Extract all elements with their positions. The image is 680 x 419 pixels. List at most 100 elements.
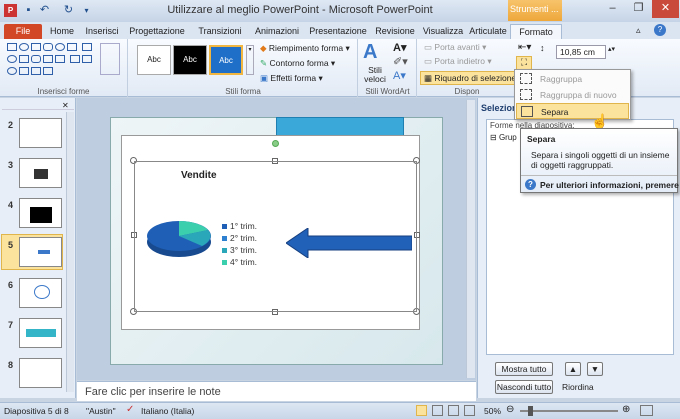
help-icon: ?	[525, 179, 536, 190]
quick-styles-button[interactable]: Stili veloci	[362, 66, 388, 84]
zoom-in-icon[interactable]: ⊕	[622, 404, 630, 415]
shapes-gallery[interactable]	[6, 42, 94, 78]
slide-thumbnail-8[interactable]	[19, 358, 62, 388]
slide-number: 4	[8, 200, 14, 210]
reorder-label: Riordina	[562, 382, 594, 392]
status-bar: Diapositiva 5 di 8 "Austin" ✓ Italiano (…	[0, 402, 680, 419]
title-bar: P ▪ ↶ ↻ ▾ Utilizzare al meglio PowerPoin…	[0, 0, 680, 22]
tooltip-body: Separa i singoli oggetti di un insieme d…	[531, 150, 670, 170]
height-input[interactable]: 10,85 cm	[556, 45, 606, 59]
menu-item-group[interactable]: Raggruppa	[516, 71, 629, 87]
ribbon-tabs: File Home Inserisci Progettazione Transi…	[0, 22, 680, 39]
group-label-insert-shapes: Inserisci forme	[37, 87, 90, 96]
customize-toolbar-icon[interactable]: ▾	[80, 4, 93, 17]
selection-frame	[134, 161, 417, 312]
zoom-slider-thumb[interactable]	[528, 406, 533, 416]
style-sample-black[interactable]: Abc	[173, 45, 207, 75]
tab-file[interactable]: File	[4, 24, 42, 39]
tab-insert[interactable]: Inserisci	[82, 24, 122, 39]
group-icon	[520, 73, 532, 84]
group-label-wordart: Stili WordArt	[365, 87, 410, 96]
canvas-scrollbar[interactable]	[466, 100, 475, 378]
zoom-level[interactable]: 50%	[484, 406, 501, 416]
style-sample-white[interactable]: Abc	[137, 45, 171, 75]
height-spinner-icon[interactable]: ▴▾	[608, 45, 615, 53]
tooltip-divider	[521, 175, 677, 176]
fit-slide-icon[interactable]	[640, 405, 653, 416]
minimize-button[interactable]: –	[600, 0, 625, 18]
rotation-handle[interactable]	[272, 140, 279, 147]
edit-shape-icon[interactable]	[100, 43, 120, 75]
slide-number: 8	[8, 360, 14, 370]
app-icon[interactable]: P	[4, 4, 17, 17]
close-panel-icon[interactable]: ✕	[62, 101, 69, 110]
effects-icon: ▣	[260, 73, 271, 83]
slides-panel: ✕ 2 3 4 5 6 7 8	[0, 98, 76, 398]
wordart-icon[interactable]: A	[363, 41, 377, 64]
zoom-slider[interactable]	[520, 410, 618, 412]
slide-thumbnail-6[interactable]	[19, 278, 62, 308]
text-effects-icon[interactable]: A▾	[393, 69, 406, 82]
style-gallery-more-icon[interactable]: ▾	[246, 45, 254, 75]
align-icon[interactable]: ⇤▾	[518, 42, 531, 53]
undo-icon[interactable]: ↶	[38, 4, 51, 17]
text-fill-icon[interactable]: A▾	[393, 41, 406, 54]
redo-icon[interactable]: ↻	[62, 4, 75, 17]
tooltip: Separa Separa i singoli oggetti di un in…	[520, 128, 680, 193]
tab-view[interactable]: Visualizza	[420, 24, 466, 39]
menu-item-ungroup[interactable]: Separa	[516, 103, 629, 119]
minimize-ribbon-icon[interactable]: ▵	[636, 25, 641, 36]
fill-icon: ◆	[260, 43, 269, 53]
reading-view-icon[interactable]	[448, 405, 459, 416]
tab-home[interactable]: Home	[44, 24, 80, 39]
fill-button[interactable]: ◆ Riempimento forma ▾	[260, 43, 350, 54]
close-button[interactable]: ✕	[652, 0, 679, 18]
slide-thumbnail-4[interactable]	[19, 198, 62, 228]
tab-design[interactable]: Progettazione	[124, 24, 190, 39]
restore-button[interactable]: ❐	[626, 0, 651, 18]
show-all-button[interactable]: Mostra tutto	[495, 362, 553, 376]
text-outline-icon[interactable]: ✐▾	[393, 55, 408, 68]
spellcheck-icon[interactable]: ✓	[126, 404, 134, 415]
group-insert-shapes: Inserisci forme	[0, 39, 128, 97]
normal-view-icon[interactable]	[416, 405, 427, 416]
slide-thumbnail-5[interactable]	[19, 237, 62, 267]
panel-tabs: ✕	[2, 100, 74, 110]
bring-forward-button[interactable]: ▭ Porta avanti ▾	[424, 42, 486, 53]
effects-button[interactable]: ▣ Effetti forma ▾	[260, 73, 323, 84]
tab-slideshow[interactable]: Presentazione	[306, 24, 370, 39]
shape-item-group[interactable]: ⊟ Grup	[490, 133, 517, 142]
slideshow-icon[interactable]	[464, 405, 475, 416]
group-objects-icon[interactable]: ⛶	[516, 56, 532, 70]
slide-sorter-icon[interactable]	[432, 405, 443, 416]
style-sample-blue[interactable]: Abc	[209, 45, 243, 75]
tab-articulate[interactable]: Articulate	[468, 24, 508, 39]
send-backward-button[interactable]: ▭ Porta indietro ▾	[424, 56, 492, 67]
slide-number: 6	[8, 280, 14, 290]
thumbnail-scrollbar[interactable]	[66, 112, 74, 392]
menu-item-regroup[interactable]: Raggruppa di nuovo	[516, 87, 629, 103]
tab-transitions[interactable]: Transizioni	[192, 24, 248, 39]
selection-pane-button[interactable]: ▦ Riquadro di selezione	[420, 71, 517, 85]
slide-indicator: Diapositiva 5 di 8	[4, 406, 69, 416]
slide-thumbnail-3[interactable]	[19, 158, 62, 188]
tab-animations[interactable]: Animazioni	[250, 24, 304, 39]
help-icon[interactable]: ?	[654, 24, 666, 36]
slide-thumbnail-7[interactable]	[19, 318, 62, 348]
zoom-out-icon[interactable]: ⊖	[506, 404, 514, 415]
move-down-icon[interactable]: ▼	[587, 362, 603, 376]
group-label-arrange: Dispon	[454, 87, 480, 96]
tab-format[interactable]: Formato	[510, 24, 562, 39]
outline-button[interactable]: ✎ Contorno forma ▾	[260, 58, 335, 69]
language-indicator[interactable]: Italiano (Italia)	[141, 406, 194, 416]
move-up-icon[interactable]: ▲	[565, 362, 581, 376]
tab-review[interactable]: Revisione	[372, 24, 418, 39]
notes-input[interactable]: Fare clic per inserire le note	[77, 381, 476, 401]
slide-thumbnail-2[interactable]	[19, 118, 62, 148]
hide-all-button[interactable]: Nascondi tutto	[495, 380, 553, 394]
slide-number: 2	[8, 120, 14, 130]
tooltip-title: Separa	[527, 134, 556, 144]
save-icon[interactable]: ▪	[22, 4, 35, 17]
regroup-icon	[520, 89, 532, 100]
height-icon: ↕	[540, 43, 545, 53]
